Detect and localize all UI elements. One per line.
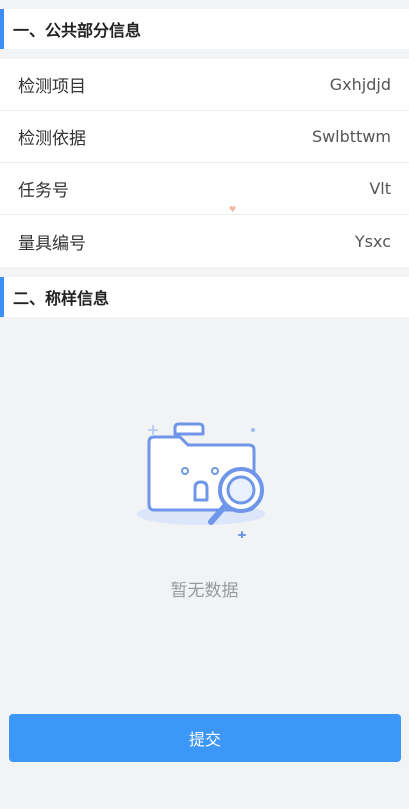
row-value: Gxhjdjd	[329, 75, 391, 94]
section-header-public-info: 一、公共部分信息	[0, 9, 409, 49]
row-value: Vlt	[369, 179, 391, 198]
empty-state-text: 暂无数据	[170, 581, 239, 601]
row-label: 量具编号	[18, 233, 86, 254]
section-title: 二、称样信息	[13, 289, 110, 308]
info-row-test-basis: 检测依据 Swlbttwm	[0, 111, 409, 163]
info-row-gauge-number: 量具编号 Ysxc	[0, 215, 409, 267]
info-list: 检测项目 Gxhjdjd 检测依据 Swlbttwm 任务号 Vlt 量具编号 …	[0, 59, 409, 267]
section-title: 一、公共部分信息	[13, 21, 142, 40]
section-accent-bar	[0, 277, 4, 317]
row-label: 检测依据	[18, 129, 86, 149]
info-row-task-number: 任务号 Vlt	[0, 163, 409, 215]
heart-icon: ♥	[229, 205, 237, 214]
section-header-weighing-info: 二、称样信息	[0, 277, 409, 317]
info-row-test-item: 检测项目 Gxhjdjd	[0, 59, 409, 111]
empty-folder-search-icon	[136, 422, 265, 538]
submit-button[interactable]: 提交	[9, 714, 401, 762]
empty-state: 暂无数据	[0, 408, 409, 601]
row-value: Swlbttwm	[311, 127, 391, 146]
row-label: 检测项目	[18, 77, 86, 97]
row-value: Ysxc	[354, 231, 391, 251]
row-label: 任务号	[18, 181, 69, 201]
section-accent-bar	[0, 9, 4, 49]
